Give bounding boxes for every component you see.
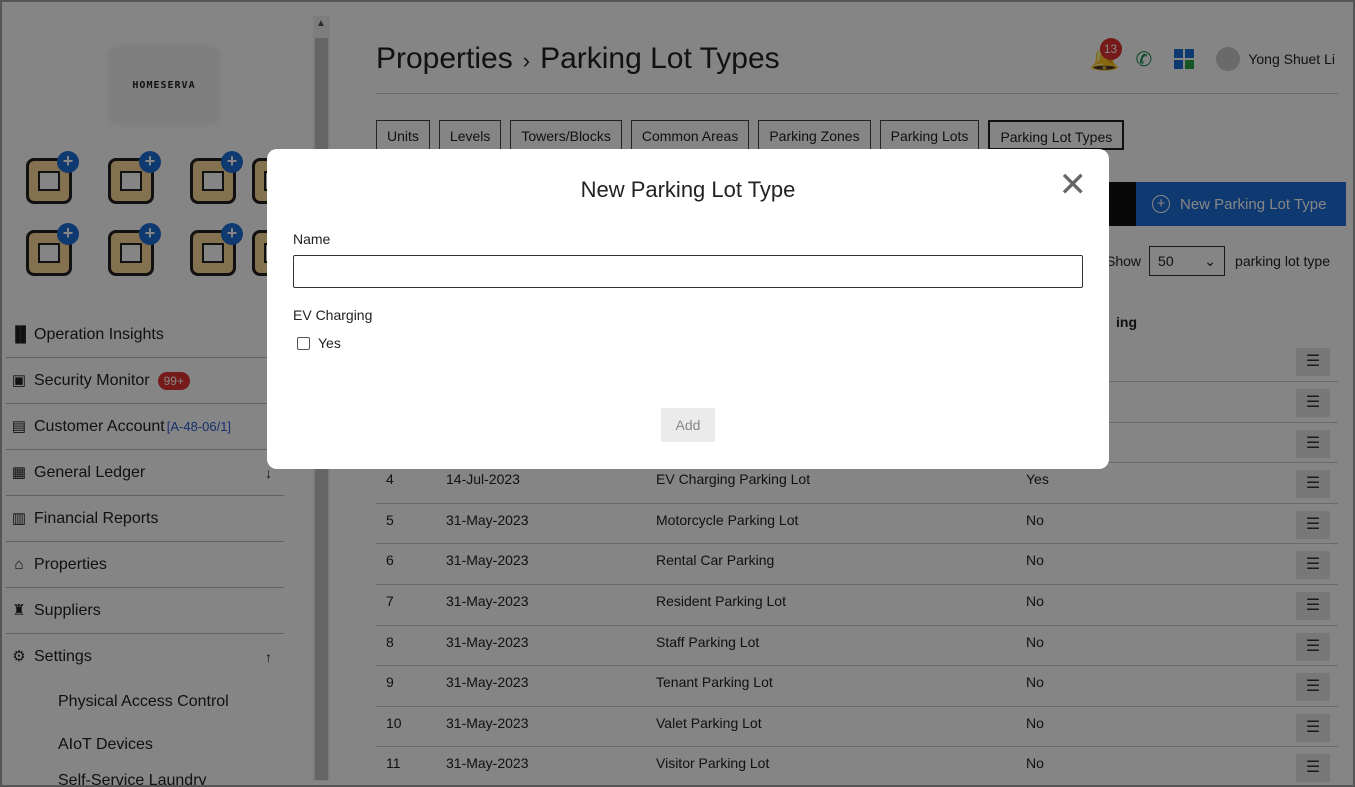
ev-charging-checkbox[interactable]	[297, 336, 310, 350]
new-parking-lot-type-dialog: New Parking Lot Type ✕ Name EV Charging …	[267, 149, 1109, 469]
ev-charging-option[interactable]: Yes	[297, 335, 341, 351]
add-button[interactable]: Add	[661, 408, 715, 442]
name-input[interactable]	[293, 255, 1083, 288]
dialog-title: New Parking Lot Type	[580, 177, 796, 202]
name-label: Name	[293, 231, 331, 247]
app-frame: HOMESERVA + + + + + + ▐▌ Operation Insig…	[0, 0, 1355, 787]
checkbox-label: Yes	[318, 335, 341, 351]
close-icon[interactable]: ✕	[1059, 168, 1088, 202]
ev-charging-label: EV Charging	[293, 307, 373, 323]
